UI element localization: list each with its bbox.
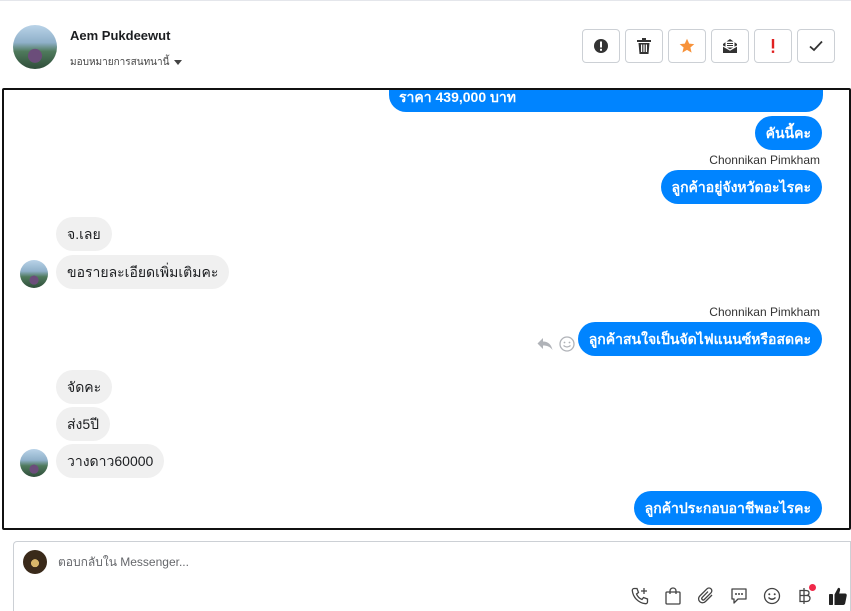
exclamation-icon [771,39,775,53]
reply-composer [13,541,851,611]
reply-icon[interactable] [537,337,553,351]
trash-icon [637,38,651,54]
page-avatar [23,550,47,574]
message-outgoing[interactable]: คันนี้คะ [754,116,822,150]
conversation-actions [582,29,835,63]
star-button[interactable] [668,29,706,63]
important-button[interactable] [754,29,792,63]
message-outgoing[interactable]: ลูกค้าสนใจเป็นจัดไฟแนนซ์หรือสดคะ [577,322,822,356]
sender-name: Chonnikan Pimkham [709,153,820,167]
sender-name: Chonnikan Pimkham [709,305,820,319]
composer-toolbar [628,584,850,608]
call-add-button[interactable] [628,584,652,608]
like-button[interactable] [826,584,850,608]
message-outgoing[interactable]: ลูกค้าประกอบอาชีพอะไรคะ [633,491,822,525]
message-incoming[interactable]: จ.เลย [56,217,112,251]
contact-avatar-small [20,449,48,477]
message-incoming[interactable]: วางดาว60000 [56,444,165,478]
attach-button[interactable] [694,584,718,608]
spam-button[interactable] [582,29,620,63]
emoji-button[interactable] [760,584,784,608]
smiley-icon [763,587,781,605]
message-thread[interactable]: ราคา 439,000 บาท คันนี้คะ Chonnikan Pimk… [2,88,851,530]
check-icon [809,40,823,52]
message-outgoing[interactable]: ราคา 439,000 บาท [389,90,823,112]
paperclip-icon [697,587,713,604]
mark-unread-button[interactable] [711,29,749,63]
notification-dot [809,584,816,591]
message-incoming[interactable]: ส่ง5ปี [56,407,111,441]
shop-button[interactable] [661,584,685,608]
message-incoming[interactable]: ขอรายละเอียดเพิ่มเติมคะ [56,255,230,289]
thumbs-up-icon [829,587,847,605]
saved-replies-button[interactable] [727,584,751,608]
conversation-header: Aem Pukdeewut มอบหมายการสนทนานี้ [0,0,851,88]
message-hover-tools [537,336,575,352]
contact-name[interactable]: Aem Pukdeewut [70,28,170,43]
assign-label: มอบหมายการสนทนานี้ [70,57,170,68]
message-dots-icon [731,588,747,604]
contact-avatar[interactable] [13,25,57,69]
delete-button[interactable] [625,29,663,63]
message-incoming[interactable]: จัดคะ [56,370,113,404]
emoji-react-icon[interactable] [559,336,575,352]
payment-button[interactable] [793,584,817,608]
phone-plus-icon [631,587,649,605]
done-button[interactable] [797,29,835,63]
message-outgoing-partial[interactable] [706,528,822,530]
contact-avatar-small [20,260,48,288]
alert-circle-icon [594,39,608,53]
shopping-bag-icon [665,587,681,605]
reply-input[interactable] [58,555,658,569]
caret-down-icon [174,60,183,65]
star-icon [679,38,695,53]
assign-conversation-dropdown[interactable]: มอบหมายการสนทนานี้ [70,55,183,70]
envelope-icon [722,39,738,53]
message-outgoing[interactable]: ลูกค้าอยู่จังหวัดอะไรคะ [660,170,822,204]
